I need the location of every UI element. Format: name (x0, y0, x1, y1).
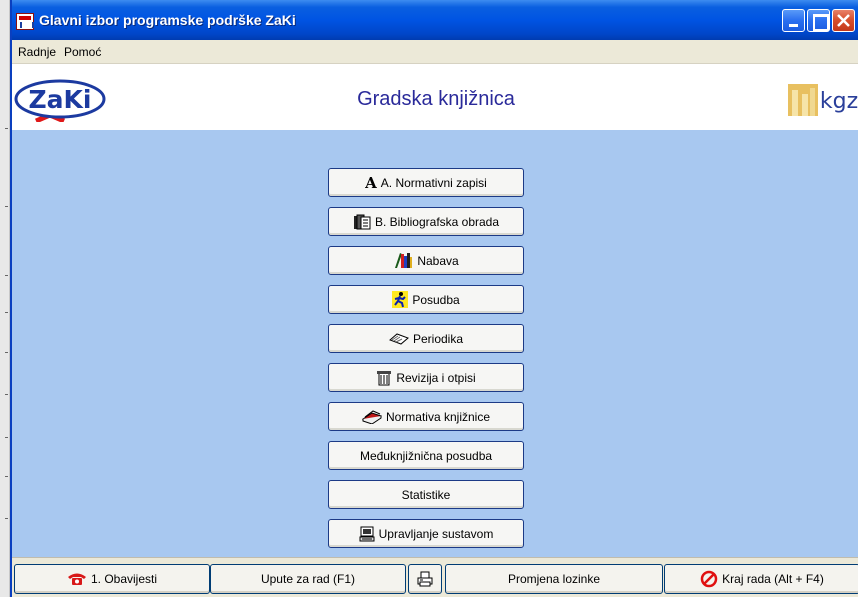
app-icon[interactable] (16, 13, 34, 30)
button-label: Normativa knjižnice (385, 409, 491, 424)
button-label: 1. Obavijesti (90, 572, 158, 586)
revizija-button[interactable]: Revizija i otpisi (328, 363, 524, 392)
minimize-button[interactable] (782, 9, 805, 32)
normativa-knjiznice-button[interactable]: Normativa knjižnice (328, 402, 524, 431)
close-icon (837, 14, 850, 27)
periodika-button[interactable]: Periodika (328, 324, 524, 353)
promjena-lozinke-button[interactable]: Promjena lozinke (445, 564, 663, 594)
documents-icon (353, 214, 371, 230)
printer-icon (417, 571, 433, 587)
trash-bin-icon (376, 369, 392, 386)
button-label: Kraj rada (Alt + F4) (722, 572, 824, 586)
upute-za-rad-button[interactable]: Upute za rad (F1) (210, 564, 406, 594)
bibliografska-obrada-button[interactable]: B. Bibliografska obrada (328, 207, 524, 236)
button-label: A. Normativni zapisi (380, 175, 487, 190)
open-book-icon (389, 332, 409, 346)
button-label: Upravljanje sustavom (378, 526, 494, 541)
computer-icon (359, 526, 375, 542)
button-label: Statistike (401, 487, 451, 502)
stop-icon (700, 570, 718, 588)
header-banner: ZaKi Gradska knjižnica kgz (12, 64, 858, 130)
bottom-toolbar: 1. Obavijesti Upute za rad (F1) Promjena… (12, 557, 858, 597)
statistike-button[interactable]: Statistike (328, 480, 524, 509)
books-icon (393, 252, 413, 269)
main-window: Glavni izbor programske podrške ZaKi Rad… (10, 0, 858, 597)
button-label: Nabava (417, 253, 459, 268)
page-title: Gradska knjižnica (357, 88, 515, 110)
telephone-icon (67, 572, 87, 586)
kgz-logo-text: kgz (820, 89, 858, 114)
menu-radnje[interactable]: Radnje (18, 45, 56, 59)
maximize-button[interactable] (807, 9, 830, 32)
running-man-icon (392, 291, 409, 308)
button-label: Međuknjižnična posudba (359, 448, 493, 463)
close-button[interactable] (832, 9, 855, 32)
posudba-button[interactable]: Posudba (328, 285, 524, 314)
nabava-button[interactable]: Nabava (328, 246, 524, 275)
print-button[interactable] (408, 564, 442, 594)
kraj-rada-button[interactable]: Kraj rada (Alt + F4) (664, 564, 858, 594)
button-label: Posudba (412, 292, 460, 307)
button-label: Upute za rad (F1) (260, 572, 356, 586)
normativni-zapisi-button[interactable]: A A. Normativni zapisi (328, 168, 524, 197)
letter-a-icon: A (365, 173, 377, 192)
button-label: B. Bibliografska obrada (374, 214, 500, 229)
meduknjiznicna-posudba-button[interactable]: Međuknjižnična posudba (328, 441, 524, 470)
menu-bar: Radnje Pomoć (12, 40, 858, 64)
menu-pomoc[interactable]: Pomoć (64, 45, 101, 59)
obavijesti-button[interactable]: 1. Obavijesti (14, 564, 210, 594)
title-bar[interactable]: Glavni izbor programske podrške ZaKi (12, 0, 858, 40)
window-title: Glavni izbor programske podrške ZaKi (39, 12, 296, 28)
button-label: Promjena lozinke (507, 572, 601, 586)
kgz-logo: kgz (784, 80, 858, 118)
upravljanje-sustavom-button[interactable]: Upravljanje sustavom (328, 519, 524, 548)
button-label: Periodika (412, 331, 464, 346)
book-stack-icon (361, 409, 382, 424)
main-menu-panel: A A. Normativni zapisi B. Bibliografska … (12, 130, 858, 557)
desktop-edge (0, 0, 10, 597)
button-label: Revizija i otpisi (396, 370, 476, 385)
